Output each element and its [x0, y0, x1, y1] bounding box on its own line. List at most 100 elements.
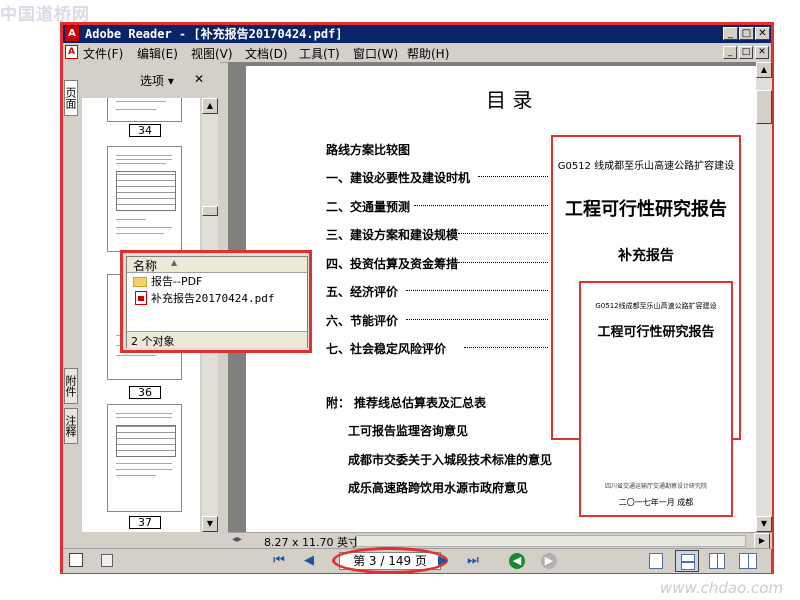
page-number-label: 37: [129, 516, 161, 529]
split-handle-icon[interactable]: ◂▸: [232, 534, 242, 545]
minimize-button[interactable]: _: [723, 27, 738, 40]
scroll-up-button[interactable]: ▲: [756, 62, 772, 78]
sort-ascending-icon: ▲: [171, 258, 178, 267]
toc-leader: [414, 205, 548, 206]
cover-page-small: G0512线成都至乐山高速公路扩容建设 工程可行性研究报告 四川省交通运输厅交通…: [579, 281, 733, 517]
file-item[interactable]: 补充报告20170424.pdf: [151, 290, 274, 306]
menu-document[interactable]: 文档(D): [245, 45, 288, 62]
toc-leader: [406, 319, 548, 320]
scroll-up-button[interactable]: ▲: [202, 98, 218, 114]
scroll-down-button[interactable]: ▼: [202, 516, 218, 532]
close-button[interactable]: ✕: [755, 27, 770, 40]
toc-leader: [458, 233, 548, 234]
menu-bar: A 文件(F) 编辑(E) 视图(V) 文档(D) 工具(T) 窗口(W) 帮助…: [63, 43, 771, 63]
last-page-icon[interactable]: ⏭: [465, 553, 481, 569]
table-preview: [116, 425, 176, 457]
toc-leader: [464, 347, 548, 348]
toc-item: 四、投资估算及资金筹措: [326, 257, 459, 271]
go-back-icon[interactable]: ◀: [509, 553, 525, 569]
doc-minimize-button[interactable]: _: [723, 46, 737, 59]
toc-leader: [478, 176, 548, 177]
cover-title: 工程可行性研究报告: [597, 325, 715, 340]
column-header[interactable]: 名称 ▲: [127, 257, 307, 273]
appendix-label: 附：: [326, 396, 351, 410]
window-title: Adobe Reader - [补充报告20170424.pdf]: [85, 27, 343, 41]
toc-leader: [406, 290, 548, 291]
object-count: 2 个对象: [131, 335, 175, 348]
page-icon[interactable]: [101, 554, 113, 567]
file-list: 名称 ▲ 报告--PDF 补充报告20170424.pdf 2 个对象: [126, 256, 308, 348]
status-bar: ◂▸ 8.27 x 11.70 英寸 ▶: [228, 532, 772, 549]
cover-project: G0512线成都至乐山高速公路扩容建设: [595, 302, 717, 310]
doc-close-button[interactable]: ✕: [755, 46, 769, 59]
scroll-down-button[interactable]: ▼: [756, 516, 772, 532]
tab-attachments[interactable]: 附件: [64, 368, 78, 404]
menu-window[interactable]: 窗口(W): [353, 45, 398, 62]
menu-help[interactable]: 帮助(H): [407, 45, 449, 62]
cover-title: 工程可行性研究报告: [565, 199, 727, 220]
appendix-item: 成乐高速路跨饮用水源市政府意见: [348, 481, 529, 495]
explorer-status-bar: 2 个对象: [127, 331, 307, 348]
go-forward-icon[interactable]: ▶: [541, 553, 557, 569]
page-thumbnail[interactable]: [107, 404, 182, 512]
maximize-button[interactable]: □: [739, 27, 754, 40]
toc-item: 三、建设方案和建设规模: [326, 228, 459, 242]
toc-item: 二、交通量预测: [326, 200, 411, 214]
tab-comments[interactable]: 注释: [64, 408, 78, 444]
previous-page-icon[interactable]: ◀: [301, 553, 317, 569]
cover-project: G0512 线成都至乐山高速公路扩容建设: [557, 161, 735, 172]
file-item[interactable]: 报告--PDF: [151, 273, 202, 289]
page-number-label: 34: [129, 124, 161, 137]
toc-item: 路线方案比较图: [326, 143, 411, 157]
chevron-down-icon: ▾: [167, 74, 174, 88]
toc-item: 五、经济评价: [326, 285, 399, 299]
document-icon[interactable]: A: [65, 45, 78, 59]
highlight-circle: [332, 547, 448, 574]
next-page-icon[interactable]: ▶: [435, 553, 451, 569]
side-tab-strip: 页面 附件 注释: [63, 62, 79, 547]
page-thumbnail[interactable]: [107, 146, 182, 252]
single-page-icon[interactable]: [649, 553, 663, 569]
horizontal-scrollbar[interactable]: [356, 535, 746, 547]
scroll-thumb[interactable]: [202, 206, 218, 216]
facing-pages-icon[interactable]: [709, 553, 725, 569]
continuous-facing-icon[interactable]: [739, 553, 757, 569]
first-page-icon[interactable]: ⏮: [271, 553, 287, 569]
table-preview: [116, 171, 176, 211]
title-bar: A Adobe Reader - [补充报告20170424.pdf] _ □ …: [63, 25, 771, 43]
continuous-page-icon[interactable]: [675, 550, 699, 572]
page-number-label: 36: [129, 386, 161, 399]
toc-item: 七、社会稳定风险评价: [326, 342, 447, 356]
tab-pages[interactable]: 页面: [64, 80, 78, 116]
scroll-thumb[interactable]: [756, 90, 772, 124]
options-label: 选项: [140, 74, 165, 88]
close-panel-button[interactable]: ✕: [194, 72, 204, 86]
watermark-bottom: www.chdao.com: [660, 579, 784, 597]
appendix-item: 推荐线总估算表及汇总表: [354, 396, 487, 410]
toc-item: 六、节能评价: [326, 314, 399, 328]
page-thumbnail[interactable]: [107, 98, 182, 122]
screen-icon[interactable]: [69, 553, 83, 567]
adobe-reader-icon: A: [65, 26, 79, 41]
cover-date: 二〇一七年一月 成都: [618, 498, 694, 507]
column-name-label: 名称: [133, 259, 158, 273]
toc-item: 一、建设必要性及建设时机: [326, 171, 471, 185]
menu-view[interactable]: 视图(V): [191, 45, 233, 62]
scroll-right-button[interactable]: ▶: [754, 533, 770, 549]
appendix-item: 工可报告监理咨询意见: [348, 424, 469, 438]
options-menu[interactable]: 选项 ▾: [140, 72, 174, 89]
doc-restore-button[interactable]: □: [739, 46, 753, 59]
menu-tools[interactable]: 工具(T): [299, 45, 340, 62]
pdf-file-icon: [135, 291, 147, 305]
cover-organization: 四川省交通运输厅交通勘察设计研究院: [604, 483, 707, 490]
menu-file[interactable]: 文件(F): [83, 45, 123, 62]
toc-leader: [458, 262, 548, 263]
document-scrollbar[interactable]: ▲ ▼: [756, 62, 772, 532]
menu-edit[interactable]: 编辑(E): [137, 45, 178, 62]
pdf-page: 目 录 路线方案比较图 一、建设必要性及建设时机 二、交通量预测 三、建设方案和…: [246, 66, 756, 532]
pages-panel-header: 选项 ▾ ✕: [80, 70, 220, 90]
folder-icon: [133, 277, 147, 287]
toc-title: 目 录: [486, 88, 533, 112]
appendix-item: 成都市交委关于入城段技术标准的意见: [348, 453, 553, 467]
cover-subtitle: 补充报告: [618, 248, 674, 264]
